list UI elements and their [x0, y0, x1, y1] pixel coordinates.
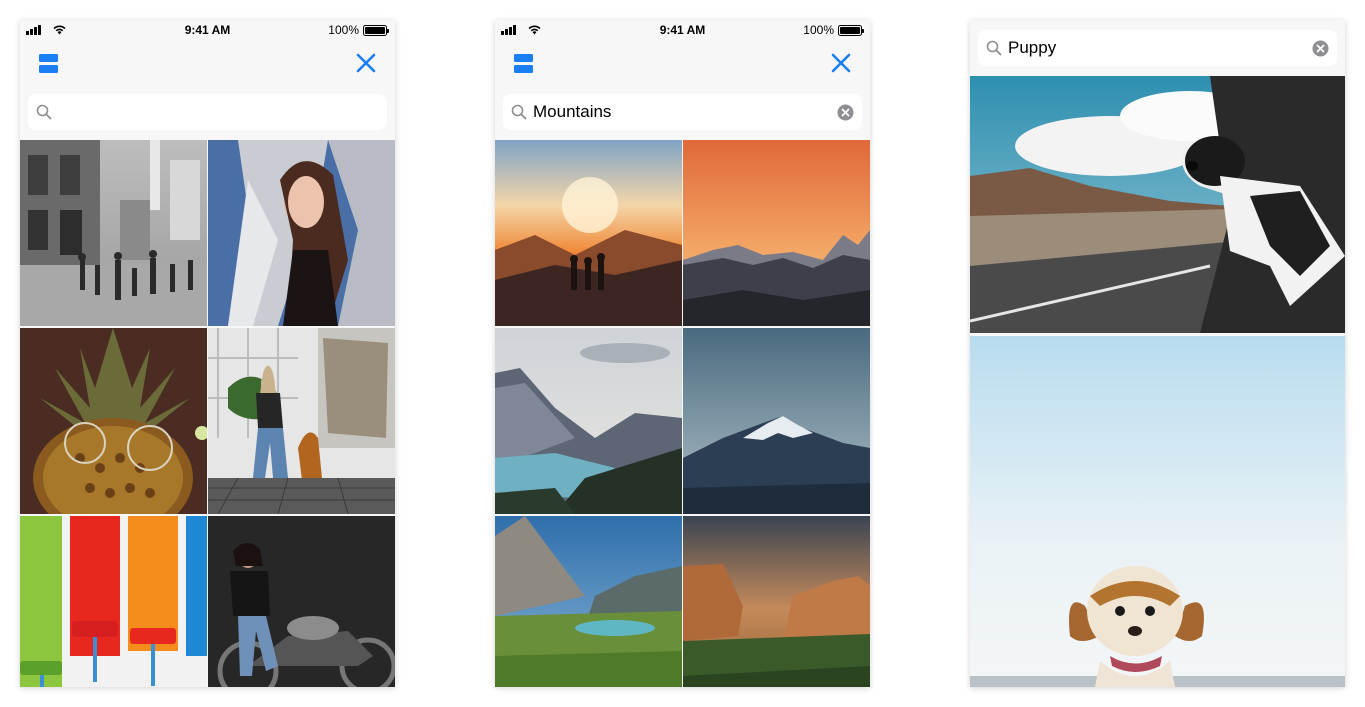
- photo-grid: [495, 140, 870, 687]
- photo-snowy-peak-dusk[interactable]: [683, 328, 870, 514]
- status-bar: 9:41 AM 100%: [495, 20, 870, 40]
- close-icon[interactable]: [829, 51, 853, 75]
- photo-stack: [970, 76, 1345, 687]
- phone-screen-browse: 9:41 AM 100%: [20, 20, 395, 687]
- photo-canyon-sunset[interactable]: [683, 516, 870, 687]
- photo-pineapple-sunglasses[interactable]: [20, 328, 207, 514]
- photo-grid: [20, 140, 395, 687]
- layout-toggle-icon[interactable]: [39, 54, 58, 73]
- photo-street-crowd[interactable]: [20, 140, 207, 326]
- search-input[interactable]: [533, 94, 830, 130]
- search-input[interactable]: [58, 94, 355, 130]
- search-bar[interactable]: [28, 94, 387, 130]
- photo-woman-motorcycle[interactable]: [208, 516, 395, 687]
- status-bar: 9:41 AM 100%: [20, 20, 395, 40]
- search-bar[interactable]: [503, 94, 862, 130]
- photo-woman-dog-porch[interactable]: [208, 328, 395, 514]
- close-icon[interactable]: [354, 51, 378, 75]
- search-icon: [511, 104, 527, 120]
- battery-percentage: 100%: [803, 23, 834, 37]
- photo-hikers-sunset[interactable]: [495, 140, 682, 326]
- clear-icon[interactable]: [1312, 40, 1329, 57]
- battery-icon: [838, 25, 864, 36]
- photo-spaniel-puppy-sky[interactable]: [970, 336, 1345, 687]
- phone-screen-search-puppy: [970, 20, 1345, 687]
- search-input[interactable]: [1008, 30, 1305, 66]
- search-icon: [36, 104, 52, 120]
- layout-toggle-icon[interactable]: [514, 54, 533, 73]
- photo-woman-foil-jacket[interactable]: [208, 140, 395, 326]
- search-icon: [986, 40, 1002, 56]
- battery-percentage: 100%: [328, 23, 359, 37]
- search-bar[interactable]: [978, 30, 1337, 66]
- phone-screen-search-mountains: 9:41 AM 100%: [495, 20, 870, 687]
- photo-dog-car-window[interactable]: [970, 76, 1345, 333]
- battery-icon: [363, 25, 389, 36]
- photo-paint-rollers[interactable]: [20, 516, 207, 687]
- clear-icon[interactable]: [837, 104, 854, 121]
- photo-mountain-lake[interactable]: [495, 328, 682, 514]
- photo-alpine-meadow-lake[interactable]: [495, 516, 682, 687]
- photo-orange-sky-peaks[interactable]: [683, 140, 870, 326]
